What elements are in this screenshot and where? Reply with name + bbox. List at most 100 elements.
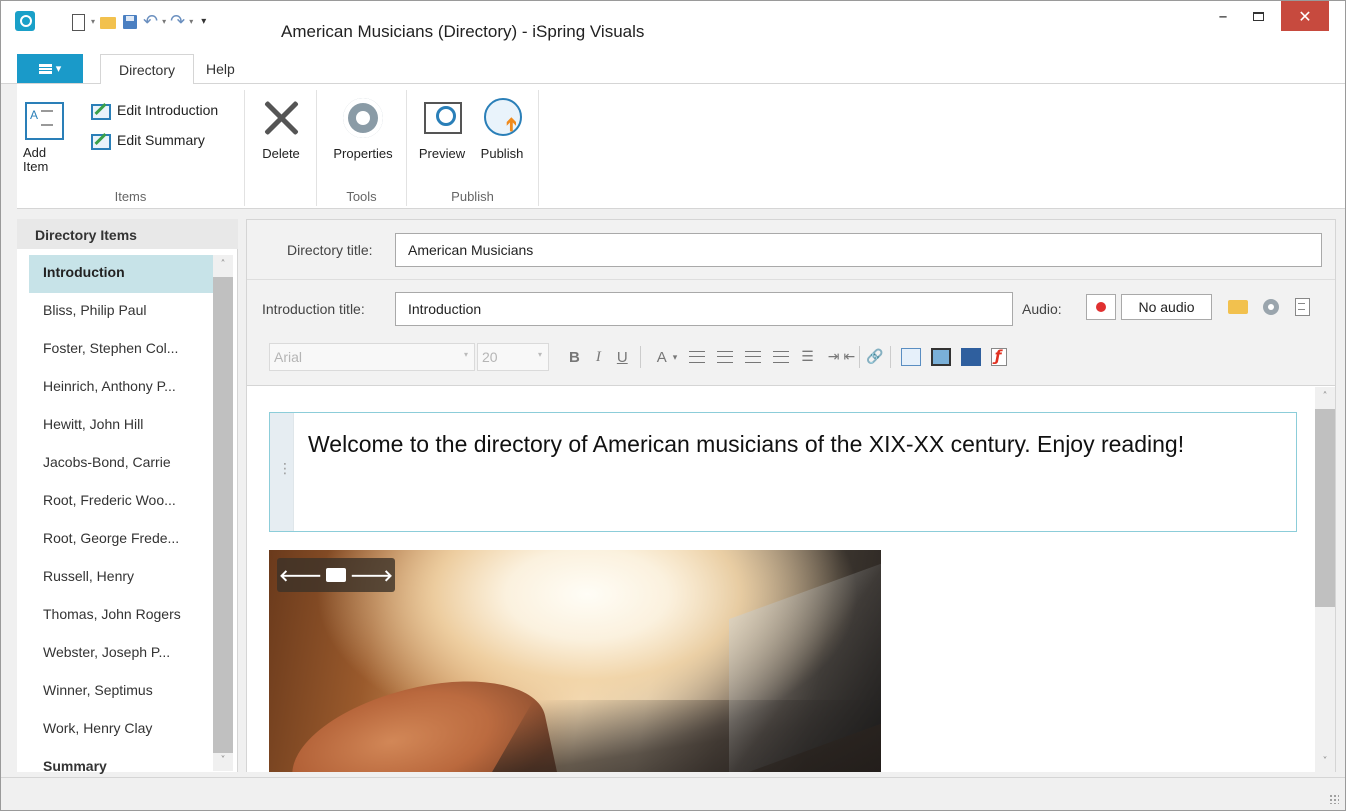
previous-image-icon[interactable]: 🡐 [279, 565, 322, 585]
editor-scrollbar[interactable]: ˄ ˅ [1315, 387, 1335, 772]
customize-qat-icon[interactable]: ▾ [201, 16, 206, 27]
scroll-thumb[interactable] [1315, 409, 1335, 607]
bullet-list-icon[interactable]: ☰ [801, 349, 814, 366]
next-image-icon[interactable]: 🡒 [350, 565, 393, 585]
notes-icon[interactable] [1293, 298, 1313, 316]
introduction-settings: Introduction title: Introduction Audio: … [247, 280, 1335, 386]
align-left-icon[interactable] [689, 351, 706, 363]
font-color-button[interactable]: A [657, 349, 667, 366]
maximize-button[interactable] [1241, 1, 1275, 31]
list-item[interactable]: Webster, Joseph P... [29, 635, 224, 673]
app-logo-icon[interactable] [15, 11, 35, 31]
quick-access-toolbar: ▾ ↶ ▾ ↷ ▾ ▾ [69, 11, 206, 32]
record-audio-button[interactable] [1086, 294, 1116, 320]
group-label-publish: Publish [451, 189, 494, 204]
open-folder-icon[interactable] [99, 13, 117, 31]
properties-button[interactable]: Properties [325, 96, 401, 161]
delete-label: Delete [262, 146, 300, 161]
change-image-folder-icon[interactable] [326, 568, 346, 582]
align-right-icon[interactable] [745, 351, 762, 363]
save-icon[interactable] [121, 13, 139, 31]
redo-dropdown-icon[interactable]: ▾ [189, 17, 193, 26]
list-scrollbar[interactable]: ˄ ˅ [213, 255, 233, 771]
introduction-title-field[interactable]: Introduction [395, 292, 1013, 326]
scroll-down-icon[interactable]: ˅ [1315, 752, 1335, 772]
insert-video-icon[interactable] [930, 348, 951, 366]
list-item[interactable]: Introduction [29, 255, 224, 293]
resize-grip-icon[interactable] [1329, 794, 1339, 804]
ribbon-tab-bar: ▾ Directory Help [1, 47, 1345, 85]
drag-handle[interactable] [270, 413, 294, 531]
piano-image[interactable]: 🡐 🡒 [269, 550, 881, 772]
list-item[interactable]: Foster, Stephen Col... [29, 331, 224, 369]
toolbar-divider [639, 346, 641, 368]
preview-magnifier-icon [422, 96, 462, 140]
tab-help[interactable]: Help [206, 54, 235, 84]
list-item[interactable]: Winner, Septimus [29, 673, 224, 711]
font-size-caret-icon: ▾ [537, 350, 542, 359]
close-button[interactable]: ✕ [1281, 1, 1329, 31]
directory-items-header: Directory Items [17, 219, 238, 249]
list-item[interactable]: Hewitt, John Hill [29, 407, 224, 445]
list-item[interactable]: Root, Frederic Woo... [29, 483, 224, 521]
scroll-up-icon[interactable]: ˄ [213, 255, 233, 275]
delete-x-icon [259, 96, 303, 140]
publish-label: Publish [480, 146, 524, 161]
scroll-down-icon[interactable]: ˅ [213, 751, 233, 771]
font-color-caret-icon[interactable]: ▾ [673, 352, 678, 363]
list-item[interactable]: Russell, Henry [29, 559, 224, 597]
bold-button[interactable]: B [569, 349, 580, 366]
list-item[interactable]: Root, George Frede... [29, 521, 224, 559]
list-item[interactable]: Jacobs-Bond, Carrie [29, 445, 224, 483]
status-bar [1, 777, 1345, 810]
window-title: American Musicians (Directory) - iSpring… [281, 22, 645, 41]
insert-image-icon[interactable] [900, 348, 921, 366]
item-editor-pane: Directory title: American Musicians Intr… [246, 219, 1336, 772]
undo-icon[interactable]: ↶ [143, 11, 158, 32]
directory-items-pane: Directory Items Introduction Bliss, Phil… [17, 219, 238, 774]
edit-summary-label: Edit Summary [117, 132, 205, 148]
maximize-icon [1252, 11, 1264, 21]
font-family-select[interactable]: Arial ▾ [269, 343, 475, 371]
minimize-button[interactable]: – [1206, 1, 1240, 31]
indent-increase-icon[interactable]: ⇥ [828, 349, 840, 366]
text-block[interactable]: Welcome to the directory of American mus… [269, 412, 1297, 532]
audio-status-field[interactable]: No audio [1121, 294, 1212, 320]
audio-label: Audio: [1022, 301, 1062, 317]
welcome-text[interactable]: Welcome to the directory of American mus… [308, 429, 1268, 460]
directory-title-field[interactable]: American Musicians [395, 233, 1322, 267]
content-editor[interactable]: Welcome to the directory of American mus… [247, 387, 1335, 772]
undo-dropdown-icon[interactable]: ▾ [162, 17, 166, 26]
audio-settings-gear-icon[interactable] [1263, 299, 1279, 315]
delete-button[interactable]: Delete [251, 96, 311, 161]
edit-introduction-button[interactable]: Edit Introduction [91, 102, 218, 120]
scroll-thumb[interactable] [213, 277, 233, 753]
introduction-title-label: Introduction title: [262, 301, 365, 317]
font-size-select[interactable]: 20 ▾ [477, 343, 549, 371]
underline-button[interactable]: U [617, 349, 628, 366]
list-item[interactable]: Thomas, John Rogers [29, 597, 224, 635]
app-window: ▾ ↶ ▾ ↷ ▾ ▾ American Musicians (Director… [0, 0, 1346, 811]
import-audio-folder-icon[interactable] [1228, 298, 1248, 316]
new-dropdown-icon[interactable]: ▾ [91, 17, 95, 26]
list-item[interactable]: Heinrich, Anthony P... [29, 369, 224, 407]
align-center-icon[interactable] [717, 351, 734, 363]
publish-button[interactable]: Publish [473, 96, 531, 161]
insert-object-icon[interactable] [960, 348, 981, 366]
italic-button[interactable]: I [596, 349, 601, 366]
list-item[interactable]: Work, Henry Clay [29, 711, 224, 749]
redo-icon[interactable]: ↷ [170, 11, 185, 32]
hyperlink-icon[interactable]: 🔗 [866, 349, 883, 366]
insert-flash-icon[interactable] [990, 347, 1007, 366]
edit-summary-button[interactable]: Edit Summary [91, 132, 205, 150]
file-menu-button[interactable]: ▾ [17, 54, 83, 83]
scroll-up-icon[interactable]: ˄ [1315, 387, 1335, 407]
add-item-icon [23, 96, 64, 140]
add-item-button[interactable]: Add Item [23, 96, 64, 174]
preview-button[interactable]: Preview [413, 96, 471, 161]
indent-decrease-icon[interactable]: ⇤ [844, 349, 856, 366]
list-item[interactable]: Bliss, Philip Paul [29, 293, 224, 331]
tab-directory[interactable]: Directory [100, 54, 195, 85]
justify-icon[interactable] [773, 351, 790, 363]
new-document-icon[interactable] [69, 13, 87, 31]
